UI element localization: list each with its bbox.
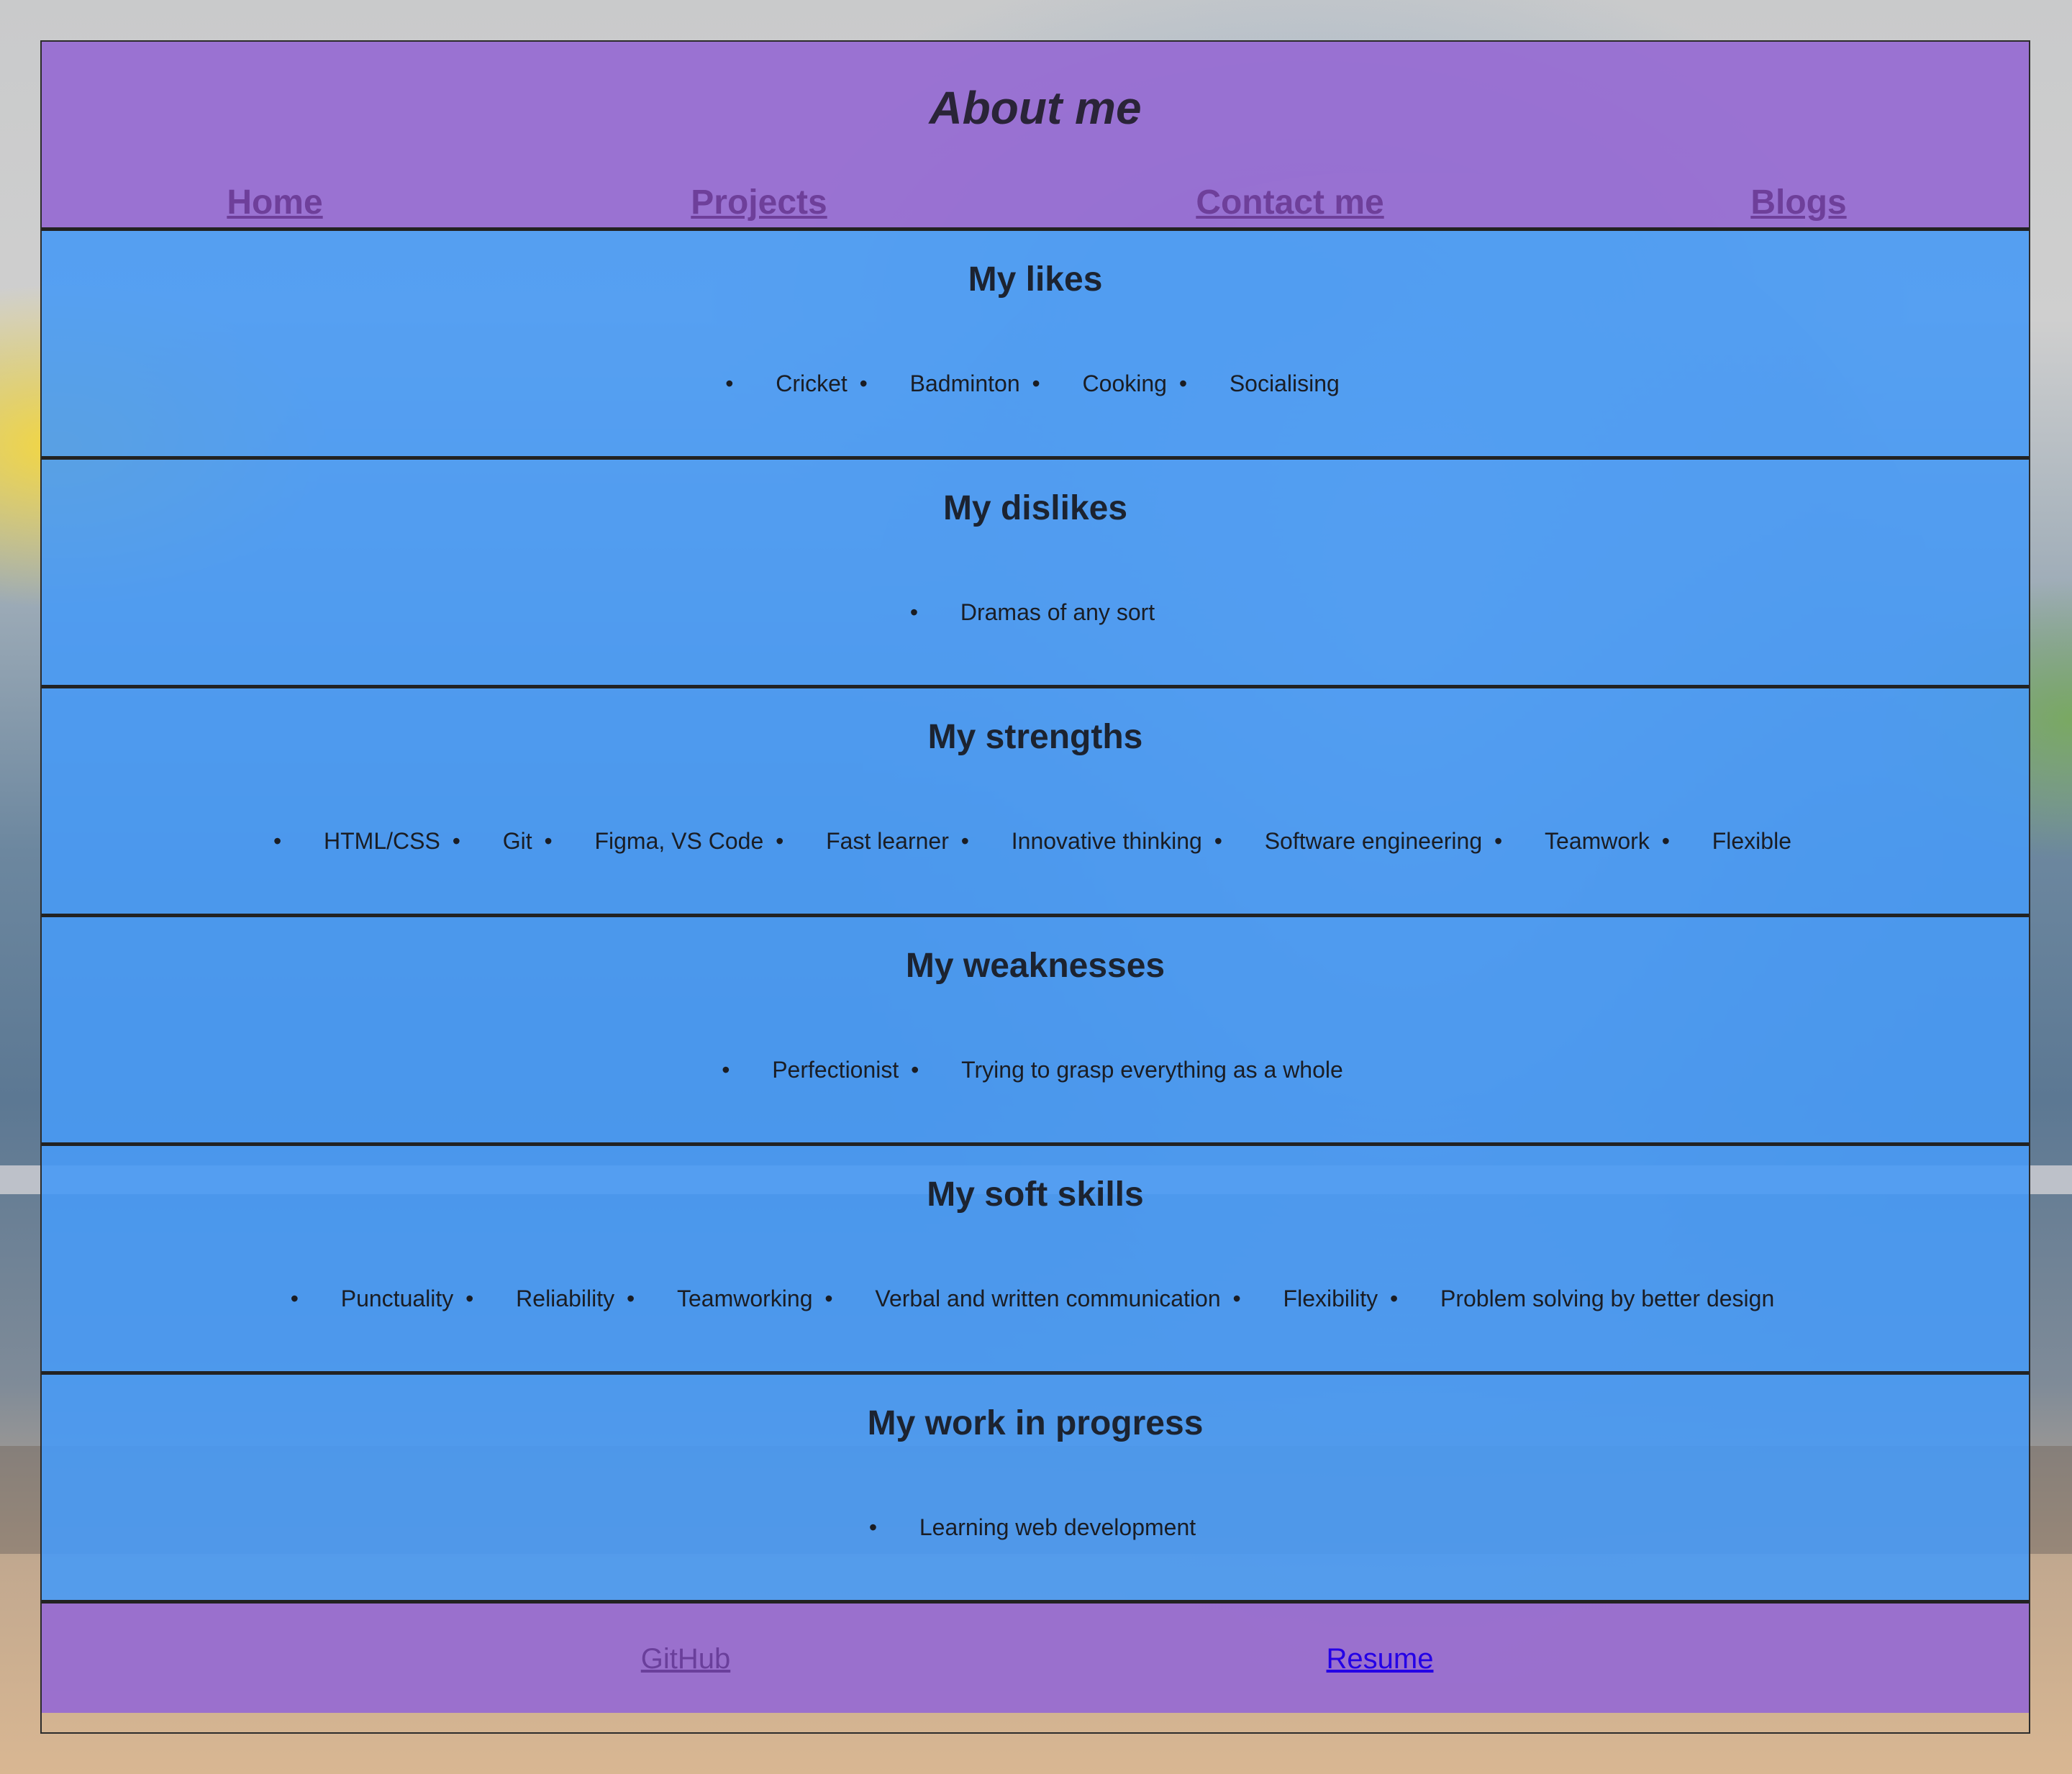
list-item: Perfectionist (722, 1058, 899, 1081)
list-item: Verbal and written communication (824, 1287, 1220, 1310)
list-item: Badminton (860, 372, 1020, 395)
site-footer: GitHub Resume (42, 1604, 2029, 1713)
section-title: My strengths (927, 718, 1143, 756)
weaknesses-list: Perfectionist Trying to grasp everything… (42, 1058, 2029, 1081)
section-weaknesses: My weaknesses Perfectionist Trying to gr… (42, 917, 2029, 1146)
section-likes: My likes Cricket Badminton Cooking Socia… (42, 231, 2029, 460)
github-link[interactable]: GitHub (641, 1645, 731, 1673)
section-soft-skills: My soft skills Punctuality Reliability T… (42, 1146, 2029, 1375)
section-dislikes: My dislikes Dramas of any sort (42, 460, 2029, 688)
nav-link-contact[interactable]: Contact me (1196, 186, 1383, 220)
soft-skills-list: Punctuality Reliability Teamworking Verb… (42, 1287, 2029, 1310)
section-title: My work in progress (867, 1404, 1204, 1442)
likes-list: Cricket Badminton Cooking Socialising (42, 372, 2029, 395)
list-item: Fast learner (776, 829, 949, 852)
list-item: Figma, VS Code (544, 829, 763, 852)
list-item: Software engineering (1214, 829, 1482, 852)
main-nav: Home Projects Contact me Blogs (42, 186, 2029, 226)
section-title: My likes (968, 260, 1103, 299)
list-item: Problem solving by better design (1390, 1287, 1774, 1310)
list-item: HTML/CSS (273, 829, 440, 852)
list-item: Teamworking (627, 1287, 813, 1310)
section-title: My dislikes (942, 489, 1128, 527)
resume-link[interactable]: Resume (1327, 1645, 1434, 1673)
nav-link-blogs[interactable]: Blogs (1750, 186, 1846, 220)
list-item: Reliability (465, 1287, 614, 1310)
section-work-in-progress: My work in progress Learning web develop… (42, 1375, 2029, 1604)
list-item: Dramas of any sort (910, 601, 1155, 624)
list-item: Socialising (1179, 372, 1340, 395)
section-title: My weaknesses (905, 947, 1166, 985)
site-header: About me Home Projects Contact me Blogs (42, 42, 2029, 231)
page-title: About me (929, 82, 1142, 134)
list-item: Flexible (1662, 829, 1791, 852)
nav-link-projects[interactable]: Projects (691, 186, 827, 220)
work-in-progress-list: Learning web development (42, 1516, 2029, 1539)
list-item: Git (453, 829, 532, 852)
list-item: Trying to grasp everything as a whole (911, 1058, 1343, 1081)
list-item: Innovative thinking (961, 829, 1202, 852)
list-item: Cricket (725, 372, 848, 395)
section-strengths: My strengths HTML/CSS Git Figma, VS Code… (42, 688, 2029, 917)
strengths-list: HTML/CSS Git Figma, VS Code Fast learner… (42, 829, 2029, 852)
section-title: My soft skills (927, 1175, 1144, 1214)
list-item: Cooking (1032, 372, 1167, 395)
page-container: About me Home Projects Contact me Blogs … (40, 40, 2030, 1734)
list-item: Teamwork (1494, 829, 1650, 852)
nav-link-home[interactable]: Home (227, 186, 322, 220)
list-item: Flexibility (1233, 1287, 1378, 1310)
list-item: Learning web development (869, 1516, 1196, 1539)
list-item: Punctuality (291, 1287, 454, 1310)
dislikes-list: Dramas of any sort (42, 601, 2029, 624)
